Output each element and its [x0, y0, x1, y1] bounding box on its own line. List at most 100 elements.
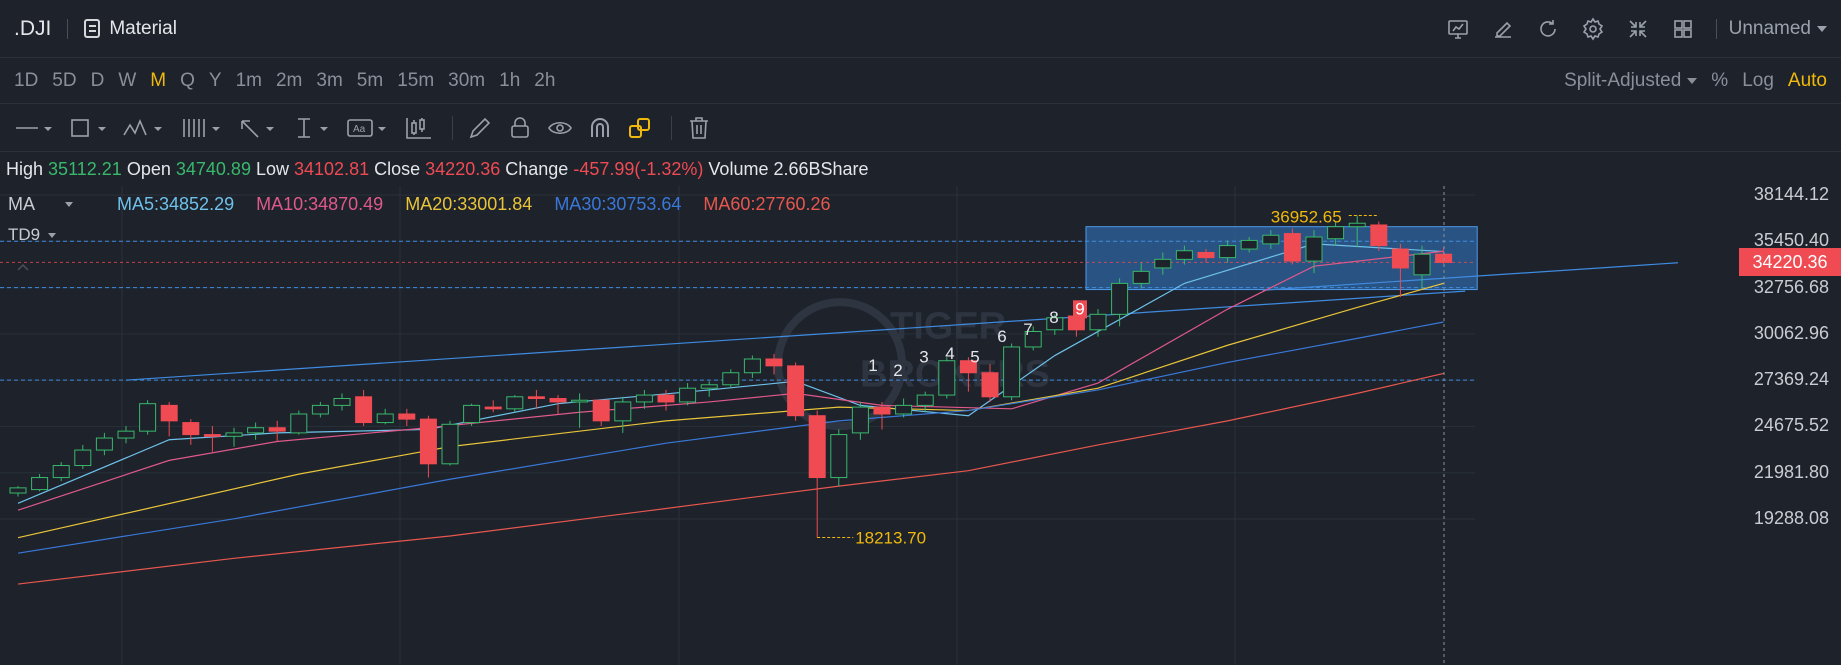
- candle-body: [1391, 248, 1409, 269]
- period-y[interactable]: Y: [209, 70, 222, 92]
- candle-body: [765, 358, 783, 367]
- candle-body: [182, 422, 200, 436]
- open-label: Open: [126, 158, 171, 179]
- close-label: Close: [374, 158, 421, 179]
- ohlc-readout: High 35112.21 Open 34740.89 Low 34102.81…: [6, 159, 869, 180]
- candle-body: [527, 396, 545, 400]
- candle-body: [31, 477, 49, 491]
- watermark-text: TIGER: [890, 305, 1006, 347]
- pencil-icon[interactable]: [467, 104, 493, 152]
- candle-body: [247, 427, 265, 434]
- period-30m[interactable]: 30m: [448, 70, 485, 92]
- refresh-icon[interactable]: [1536, 17, 1560, 41]
- rectangle-tool-icon[interactable]: [68, 104, 108, 152]
- period-w[interactable]: W: [118, 70, 136, 92]
- change-label: Change: [505, 158, 569, 179]
- line-tool-icon[interactable]: [14, 104, 54, 152]
- candle-body: [95, 437, 113, 451]
- candle-body: [722, 372, 740, 386]
- magnet-icon[interactable]: [587, 104, 613, 152]
- candle-body: [1262, 234, 1280, 245]
- eye-icon[interactable]: [547, 104, 573, 152]
- candlestick-chart[interactable]: TIGERBROKERS36952.6518213.70123456789: [0, 186, 1841, 665]
- trash-icon[interactable]: [686, 104, 712, 152]
- close-value: 34220.36: [425, 158, 501, 179]
- period-1m[interactable]: 1m: [236, 70, 262, 92]
- chart-screen-icon[interactable]: [1446, 17, 1470, 41]
- period-q[interactable]: Q: [180, 70, 195, 92]
- ma-legend: MA MA5:34852.29 MA10:34870.49 MA20:33001…: [8, 194, 853, 215]
- measure-tool-icon[interactable]: [292, 104, 332, 152]
- divider: [452, 115, 453, 140]
- indicator-icon[interactable]: [404, 104, 434, 152]
- link-icon[interactable]: [627, 104, 653, 152]
- candle-body: [1175, 250, 1193, 260]
- candle-body: [160, 404, 178, 422]
- last-price-badge: 34220.36: [1739, 248, 1841, 277]
- layout-selector[interactable]: Material: [84, 18, 177, 40]
- open-value: 34740.89: [175, 158, 251, 179]
- td9-label: TD9: [8, 225, 41, 244]
- text-tool-icon[interactable]: Aa: [346, 104, 390, 152]
- ma-line-ma60: [17, 372, 1444, 585]
- low-marker-label: 18213.70: [855, 528, 926, 547]
- candle-body: [1111, 282, 1129, 315]
- pattern-tool-icon[interactable]: [122, 104, 166, 152]
- candle-body: [225, 432, 243, 437]
- ma-line-ma30: [17, 321, 1444, 554]
- td-count-label: 3: [919, 347, 928, 366]
- ma-dropdown[interactable]: MA: [8, 194, 95, 215]
- high-marker-label: 36952.65: [1271, 207, 1342, 226]
- grid-layout-icon[interactable]: [1671, 17, 1695, 41]
- fib-tool-icon[interactable]: [180, 104, 224, 152]
- candle-body: [614, 401, 632, 422]
- ma5-value: MA5:34852.29: [117, 194, 235, 214]
- period-15m[interactable]: 15m: [397, 70, 434, 92]
- candle-body: [1240, 239, 1258, 250]
- candle-body: [1219, 245, 1237, 259]
- edit-icon[interactable]: [1491, 17, 1515, 41]
- ma10-value: MA10:34870.49: [256, 194, 384, 214]
- period-3m[interactable]: 3m: [316, 70, 342, 92]
- log-toggle[interactable]: Log: [1742, 70, 1774, 92]
- adjust-mode-label: Split-Adjusted: [1564, 70, 1682, 91]
- auto-toggle[interactable]: Auto: [1788, 70, 1827, 92]
- candle-body: [203, 434, 221, 437]
- period-d[interactable]: D: [91, 70, 105, 92]
- candle-body: [1197, 251, 1215, 259]
- candle-body: [1370, 224, 1388, 247]
- td-count-label: 9: [1075, 299, 1084, 318]
- period-2h[interactable]: 2h: [534, 70, 555, 92]
- period-1h[interactable]: 1h: [499, 70, 520, 92]
- candle-body: [139, 403, 157, 432]
- arrow-tool-icon[interactable]: [238, 104, 278, 152]
- percent-toggle[interactable]: %: [1711, 70, 1728, 92]
- candle-body: [484, 406, 502, 410]
- low-label: Low: [255, 158, 289, 179]
- svg-text:Aa: Aa: [353, 124, 366, 135]
- candle-body: [290, 413, 308, 434]
- td9-dropdown[interactable]: TD9: [8, 225, 57, 245]
- candle-body: [635, 394, 653, 403]
- divider: [1715, 19, 1717, 39]
- settings-icon[interactable]: [1581, 17, 1605, 41]
- compress-icon[interactable]: [1626, 17, 1650, 41]
- period-2m[interactable]: 2m: [276, 70, 302, 92]
- divider: [671, 115, 672, 140]
- candle-body: [74, 449, 92, 467]
- adjust-mode-dropdown[interactable]: Split-Adjusted: [1564, 70, 1698, 92]
- lock-icon[interactable]: [507, 104, 533, 152]
- period-m[interactable]: M: [150, 70, 166, 92]
- account-selector[interactable]: Unnamed: [1729, 18, 1827, 40]
- account-name: Unnamed: [1728, 18, 1811, 39]
- period-5m[interactable]: 5m: [357, 70, 383, 92]
- price-tick-label: 38144.12: [1753, 184, 1829, 204]
- period-1d[interactable]: 1D: [14, 70, 38, 92]
- candle-body: [743, 358, 761, 374]
- period-5d[interactable]: 5D: [52, 70, 76, 92]
- candle-body: [463, 404, 481, 424]
- high-value: 35112.21: [48, 158, 122, 179]
- period-list: 1D 5D D W M Q Y 1m 2m 3m 5m 15m 30m 1h 2h: [0, 70, 555, 92]
- chevron-down-icon: [1817, 26, 1827, 32]
- symbol-label[interactable]: .DJI: [14, 17, 51, 41]
